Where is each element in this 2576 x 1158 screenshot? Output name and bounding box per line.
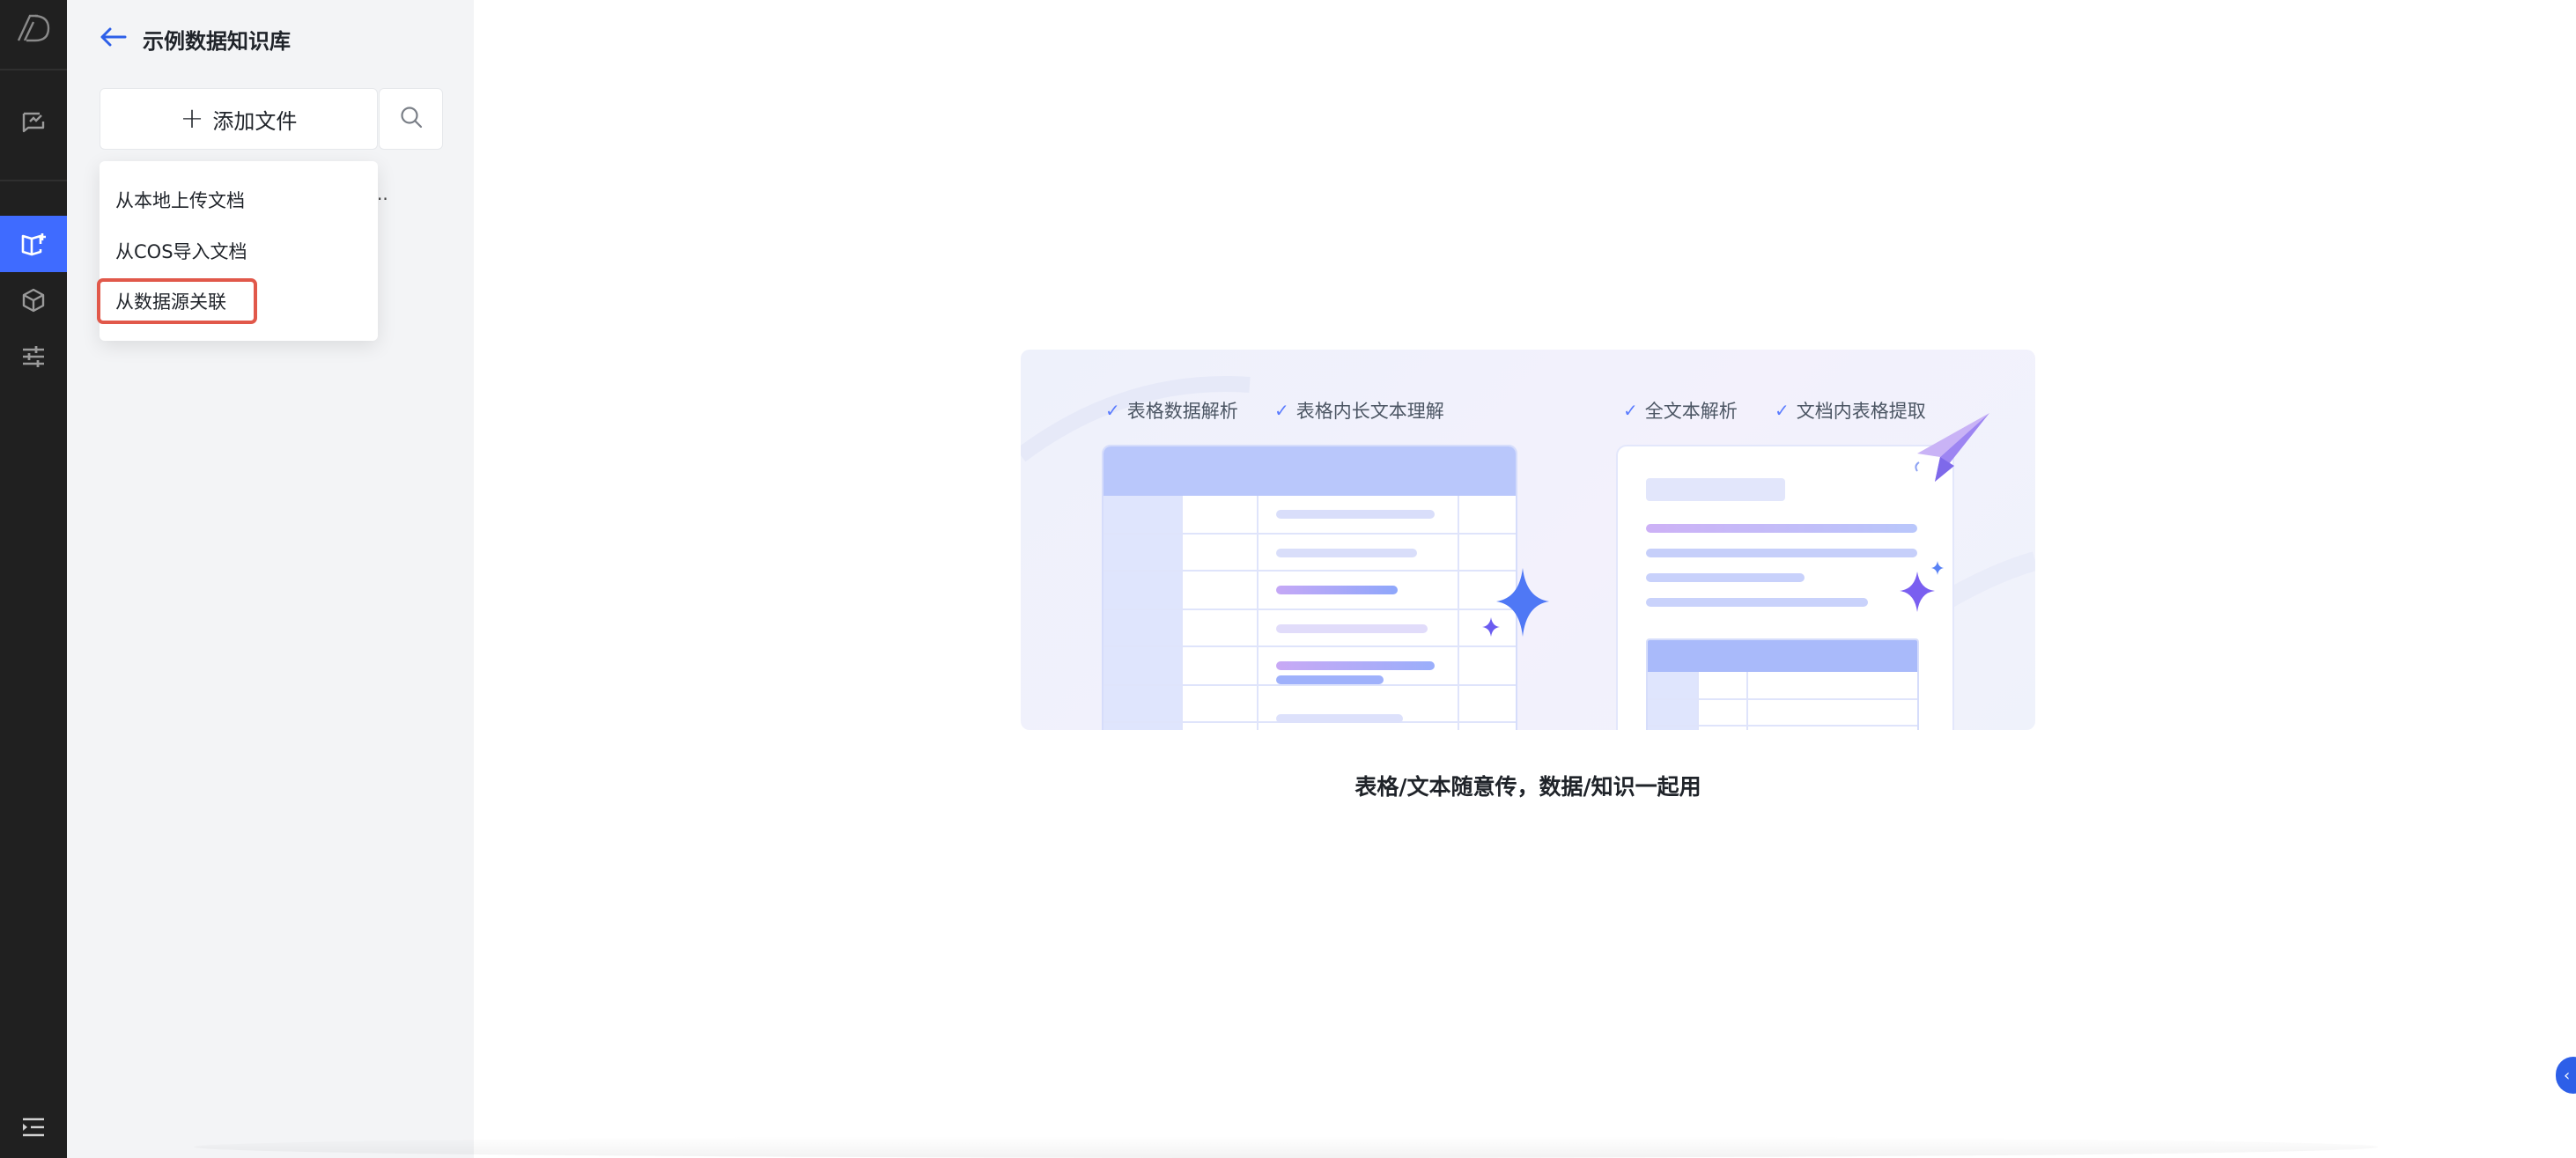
empty-state-caption: 表格/文本随意传，数据/知识一起用 (1354, 774, 1701, 800)
menu-collapse-icon (21, 1117, 46, 1138)
chevron-left-icon: ‹ (2564, 1066, 2571, 1085)
chat-icon (20, 110, 47, 136)
add-file-label: 添加文件 (212, 108, 298, 134)
rail-divider (0, 69, 67, 70)
page-title: 示例数据知识库 (143, 28, 291, 54)
back-arrow-icon[interactable] (99, 26, 127, 51)
empty-state-illustration: ✓ 表格数据解析 ✓ 表格内长文本理解 ✓ 全文本解析 ✓ 文档内表格提取 (1021, 350, 2035, 730)
feature-item: ✓ 全文本解析 (1623, 397, 1738, 424)
check-icon: ✓ (1105, 400, 1120, 421)
feature-item: ✓ 表格数据解析 (1105, 397, 1238, 424)
rail-divider (0, 180, 67, 181)
app-rail (0, 0, 67, 1158)
rail-item-settings[interactable] (0, 328, 67, 385)
logo-icon (16, 13, 51, 43)
cube-icon (20, 287, 47, 313)
app-logo[interactable] (0, 0, 67, 56)
paper-plane-icon (1915, 413, 1989, 482)
feature-item: ✓ 表格内长文本理解 (1274, 397, 1444, 424)
highlight-box (97, 278, 257, 324)
plus-icon: + (180, 100, 204, 135)
sliders-icon (20, 343, 47, 370)
check-icon: ✓ (1775, 400, 1790, 421)
rail-item-models[interactable] (0, 272, 67, 328)
knowledge-base-icon (20, 231, 47, 257)
feature-label: 表格数据解析 (1126, 401, 1238, 422)
menu-item-import-cos[interactable]: 从COS导入文档 (115, 233, 247, 269)
rail-item-chat[interactable] (0, 95, 67, 151)
search-button[interactable] (379, 88, 443, 150)
feature-label: 全文本解析 (1644, 401, 1738, 422)
check-icon: ✓ (1274, 400, 1289, 421)
bottom-shadow (194, 1136, 2378, 1158)
feature-label: 表格内长文本理解 (1295, 401, 1444, 422)
add-file-button[interactable]: + 添加文件 (100, 88, 378, 150)
rail-item-knowledge-base[interactable] (0, 216, 67, 272)
panel-header: 示例数据知识库 (99, 19, 291, 58)
check-icon: ✓ (1623, 400, 1638, 421)
rail-collapse-button[interactable] (0, 1099, 67, 1155)
table-card (1102, 445, 1517, 730)
expand-panel-button[interactable]: ‹ (2556, 1057, 2576, 1094)
menu-item-upload-local[interactable]: 从本地上传文档 (115, 182, 245, 218)
truncated-file-name: .. (377, 183, 388, 204)
sparkle-icon (1900, 561, 1944, 612)
sparkle-icon (1482, 568, 1549, 637)
search-icon (400, 106, 423, 132)
